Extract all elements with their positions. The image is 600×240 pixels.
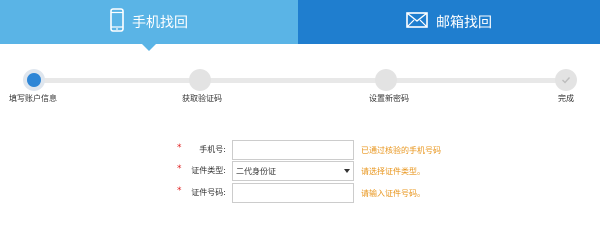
step-1-marker	[23, 69, 45, 91]
step-3-marker	[375, 69, 397, 91]
dropdown-arrow-icon	[344, 169, 350, 173]
required-marker: *	[177, 164, 182, 174]
phone-row: * 手机号: 已通过核验的手机号码	[0, 140, 600, 160]
mobile-phone-icon	[110, 8, 124, 36]
active-tab-indicator	[142, 44, 156, 51]
step-1-label: 填写账户信息	[9, 94, 57, 103]
progress-steps: 填写账户信息 获取验证码 设置新密码 完成	[0, 60, 600, 110]
tab-phone-recovery[interactable]: 手机找回	[0, 0, 298, 51]
step-2-marker	[189, 69, 211, 91]
id-number-input[interactable]	[232, 183, 354, 203]
id-type-select[interactable]: 二代身份证	[232, 161, 354, 181]
step-3-label: 设置新密码	[369, 94, 409, 103]
tab-email-label: 邮箱找回	[436, 15, 492, 31]
recovery-method-tabs: 手机找回 邮箱找回	[0, 0, 600, 51]
step-4-label: 完成	[558, 94, 574, 103]
id-number-hint: 请输入证件号码。	[361, 189, 425, 198]
phone-label: 手机号:	[199, 145, 226, 154]
id-type-label: 证件类型:	[191, 166, 226, 175]
account-info-form: * 手机号: 已通过核验的手机号码 * 证件类型: 二代身份证 请选择证件类型。…	[0, 140, 600, 203]
checkmark-icon	[562, 77, 571, 84]
phone-hint: 已通过核验的手机号码	[361, 146, 441, 155]
required-marker: *	[177, 143, 182, 153]
id-number-row: * 证件号码: 请输入证件号码。	[0, 183, 600, 203]
id-type-value: 二代身份证	[236, 167, 276, 176]
phone-input[interactable]	[232, 140, 354, 160]
id-number-label: 证件号码:	[191, 188, 226, 197]
id-type-row: * 证件类型: 二代身份证 请选择证件类型。	[0, 161, 600, 181]
tab-email-recovery[interactable]: 邮箱找回	[298, 0, 600, 44]
id-type-hint: 请选择证件类型。	[361, 167, 425, 176]
progress-track	[33, 78, 568, 83]
envelope-icon	[406, 12, 428, 32]
tab-phone-label: 手机找回	[132, 15, 188, 31]
step-2-label: 获取验证码	[182, 94, 222, 103]
step-4-marker	[555, 69, 577, 91]
required-marker: *	[177, 186, 182, 196]
